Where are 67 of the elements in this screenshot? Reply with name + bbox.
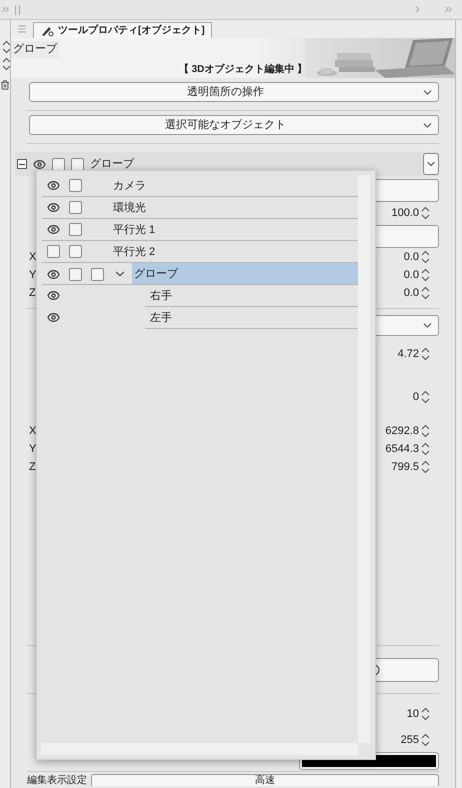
eye-icon[interactable] <box>47 201 60 214</box>
pen-gear-icon <box>40 24 54 36</box>
setting-label: 編集表示設定 <box>27 775 87 786</box>
object-name[interactable]: 平行光 2 <box>111 241 358 263</box>
stepper-icon[interactable] <box>421 442 430 456</box>
checkbox[interactable] <box>71 158 84 170</box>
checkbox[interactable] <box>69 268 82 280</box>
eye-icon[interactable] <box>47 311 60 324</box>
checkbox[interactable] <box>69 201 82 214</box>
trash-icon[interactable] <box>0 80 10 90</box>
value-text[interactable]: 0 <box>412 388 419 406</box>
stepper-icon[interactable] <box>421 347 430 361</box>
dropdown[interactable]: 高速 <box>91 774 439 786</box>
value-text[interactable]: 6544.3 <box>385 440 419 458</box>
value-text[interactable]: 100.0 <box>391 204 419 222</box>
dropdown[interactable]: 選択可能なオブジェクト <box>29 115 439 135</box>
value-text[interactable]: 255 <box>400 732 419 748</box>
stepper-icon[interactable] <box>421 424 430 438</box>
stepper-icon[interactable] <box>421 206 430 220</box>
value-text[interactable]: 10 <box>406 706 419 722</box>
eye-icon[interactable] <box>47 289 60 302</box>
stepper-icon[interactable] <box>2 40 10 54</box>
grip-icon[interactable] <box>15 4 20 14</box>
value-text[interactable]: 4.72 <box>398 346 419 362</box>
dropdown-button[interactable] <box>423 153 439 175</box>
axis-label: X <box>29 424 36 439</box>
checkbox[interactable] <box>69 245 82 258</box>
dropdown[interactable]: 透明箇所の操作 <box>29 82 439 102</box>
banner-caption: 【 3Dオブジェクト編集中 】 <box>178 62 308 77</box>
stepper-icon[interactable] <box>421 390 430 404</box>
stepper-icon[interactable] <box>421 733 430 747</box>
collapse-icon[interactable] <box>17 159 27 169</box>
axis-label: X <box>29 250 36 265</box>
checkbox[interactable] <box>69 223 82 236</box>
value-text[interactable]: 0.0 <box>404 266 419 284</box>
axis-label: Z <box>29 460 36 475</box>
object-name[interactable]: 平行光 1 <box>111 219 358 241</box>
object-name[interactable]: 左手 <box>148 307 358 329</box>
value-text[interactable]: 0.0 <box>404 248 419 266</box>
object-name: グローブ <box>11 41 59 58</box>
value-text[interactable]: 0.0 <box>404 284 419 302</box>
axis-label: Y <box>29 268 36 283</box>
axis-label: Z <box>29 286 36 301</box>
stepper-icon[interactable] <box>421 268 430 282</box>
stepper-icon[interactable] <box>2 57 10 71</box>
group-name: グローブ <box>90 156 134 172</box>
axis-label: Y <box>29 442 36 457</box>
stepper-icon[interactable] <box>421 460 430 474</box>
checkbox[interactable] <box>52 158 65 170</box>
object-name[interactable]: グローブ <box>132 263 358 285</box>
panel-tab[interactable]: ツールプロパティ[オブジェクト] <box>33 22 212 38</box>
checkbox[interactable] <box>91 268 104 280</box>
stepper-icon[interactable] <box>421 250 430 264</box>
object-name[interactable]: 右手 <box>148 285 358 307</box>
eye-icon[interactable] <box>47 179 60 192</box>
object-name[interactable]: カメラ <box>111 175 358 197</box>
object-name[interactable]: 環境光 <box>111 197 358 219</box>
eye-icon[interactable] <box>33 158 46 170</box>
stepper-icon[interactable] <box>421 707 430 721</box>
value-text[interactable]: 799.5 <box>391 458 419 476</box>
checkbox[interactable] <box>47 245 60 258</box>
checkbox[interactable] <box>69 179 82 192</box>
eye-icon[interactable] <box>47 223 60 236</box>
vertical-scrollbar[interactable] <box>358 175 370 743</box>
eye-icon[interactable] <box>47 268 60 280</box>
stepper-icon[interactable] <box>421 286 430 300</box>
value-text[interactable]: 6292.8 <box>385 422 419 440</box>
